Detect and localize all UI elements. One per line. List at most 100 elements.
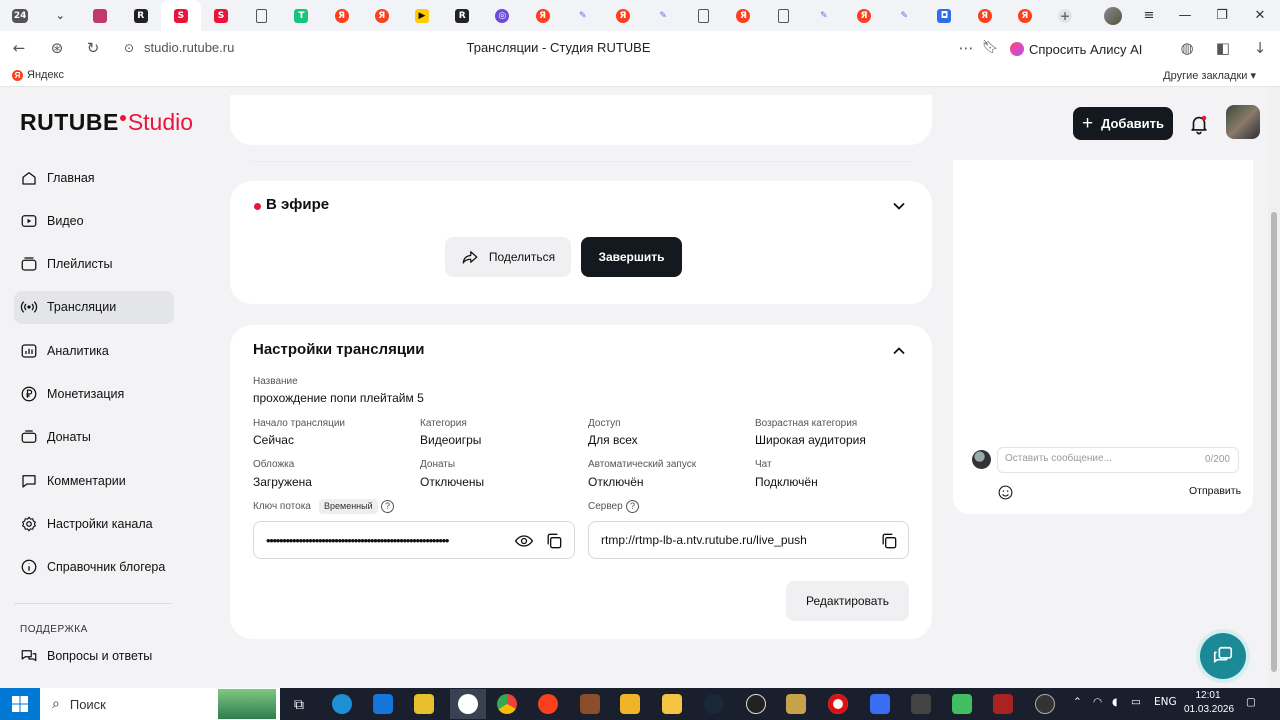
new-tab-button[interactable]: + [1045, 0, 1085, 31]
rutube-studio-logo[interactable]: RUTUBE●Studio [20, 109, 193, 136]
tab[interactable]: Я [723, 0, 763, 31]
unreal-icon[interactable] [746, 694, 766, 714]
sidebar-item-channel-settings[interactable]: Настройки канала [14, 507, 174, 540]
alice-button[interactable]: Спросить Алису AI [1010, 38, 1142, 60]
app-icon[interactable] [993, 694, 1013, 714]
sidebar-item-donations[interactable]: Донаты [14, 421, 174, 454]
tab[interactable]: S [201, 0, 241, 31]
tab[interactable]: Я [965, 0, 1005, 31]
sidebar-item-monetization[interactable]: Монетизация [14, 377, 174, 410]
tab-counter[interactable]: 24 [0, 0, 40, 31]
download-icon[interactable]: ↓ [1249, 38, 1271, 58]
notifications-icon[interactable]: ▢ [1246, 696, 1256, 708]
tab[interactable]: ✎ [804, 0, 844, 31]
explorer-icon[interactable] [662, 694, 682, 714]
network-icon[interactable]: ◠ [1093, 696, 1102, 708]
sidebar-item-playlists[interactable]: Плейлисты [14, 248, 174, 281]
eye-icon[interactable] [514, 531, 534, 551]
chat-message-field[interactable]: 0/200 [997, 447, 1239, 473]
edit-button[interactable]: Редактировать [786, 581, 909, 621]
tab[interactable]: ✎ [643, 0, 683, 31]
steam-icon[interactable] [704, 694, 724, 714]
bookmark-yandex[interactable]: Я Яндекс [12, 69, 64, 81]
tab[interactable] [764, 0, 804, 31]
minimize-icon[interactable]: — [1167, 0, 1203, 31]
tab[interactable]: R [121, 0, 161, 31]
sidebar-item-analytics[interactable]: Аналитика [14, 334, 174, 367]
battery-icon[interactable]: ▭ [1131, 696, 1141, 708]
tab[interactable]: ◎ [482, 0, 522, 31]
chat-message-input[interactable] [1005, 453, 1195, 464]
tab[interactable]: ▶ [402, 0, 442, 31]
restore-icon[interactable]: ❐ [1204, 0, 1240, 31]
weather-widget[interactable] [218, 689, 276, 719]
winrar-icon[interactable] [580, 694, 600, 714]
app-icon[interactable] [911, 694, 931, 714]
tab[interactable]: R [442, 0, 482, 31]
obs-icon[interactable] [1035, 694, 1055, 714]
translate-icon[interactable]: ◍ [1176, 38, 1198, 58]
chevron-up-icon[interactable] [892, 344, 906, 358]
more-icon[interactable]: ⋯ [955, 38, 977, 58]
chrome-icon[interactable] [497, 694, 517, 714]
tab-active-rutube[interactable]: S [160, 0, 201, 31]
app-icon[interactable] [870, 694, 890, 714]
tab[interactable]: Я [603, 0, 643, 31]
menu-icon[interactable]: ≡ [1131, 0, 1167, 31]
scroll-thumb[interactable] [1271, 212, 1277, 672]
emoji-icon[interactable] [997, 484, 1014, 501]
bookmark-icon[interactable]: 🔖︎ [979, 38, 1001, 58]
taskbar-clock[interactable]: 12:01 01.03.2026 [1184, 689, 1234, 717]
add-button[interactable]: + Добавить [1073, 107, 1173, 140]
tab[interactable] [241, 0, 281, 31]
edge-icon[interactable] [332, 694, 352, 714]
store-icon[interactable] [414, 694, 434, 714]
tab[interactable]: ◘ [924, 0, 964, 31]
tab[interactable]: Я [1005, 0, 1045, 31]
app-icon[interactable] [786, 694, 806, 714]
outlook-icon[interactable] [373, 694, 393, 714]
key-help-icon[interactable]: ? [381, 500, 394, 513]
sidebar-item-blogger-guide[interactable]: Справочник блогера [14, 551, 174, 584]
tab[interactable]: Я [362, 0, 402, 31]
support-chat-button[interactable] [1200, 633, 1246, 679]
windows-start-icon[interactable] [0, 688, 40, 720]
tray-chevron-icon[interactable]: ⌃ [1073, 696, 1082, 708]
tab[interactable]: Я [844, 0, 884, 31]
sidebar-item-home[interactable]: Главная [14, 161, 174, 194]
copy-icon[interactable] [879, 531, 899, 551]
record-icon[interactable] [828, 694, 848, 714]
tab[interactable]: ✎ [884, 0, 924, 31]
task-view-icon[interactable]: ⧉ [289, 694, 309, 714]
tab-dropdown-icon[interactable]: ⌄ [40, 0, 80, 31]
tab[interactable]: Я [322, 0, 362, 31]
close-icon[interactable]: ✕ [1242, 0, 1278, 31]
tab[interactable] [683, 0, 723, 31]
tab[interactable]: T [281, 0, 321, 31]
end-stream-button[interactable]: Завершить [581, 237, 682, 277]
user-avatar[interactable] [1226, 105, 1260, 139]
bookmark-other[interactable]: Другие закладки ▾ [1163, 69, 1256, 82]
language-indicator[interactable]: ENG [1154, 696, 1177, 708]
sidebar-item-comments[interactable]: Комментарии [14, 464, 174, 497]
extensions-icon[interactable]: ◧ [1212, 38, 1234, 58]
copy-icon[interactable] [544, 531, 564, 551]
app-icon[interactable] [620, 694, 640, 714]
tab[interactable] [80, 0, 120, 31]
volume-icon[interactable]: ◖ [1112, 696, 1118, 708]
sidebar-item-faq[interactable]: Вопросы и ответы [20, 647, 152, 665]
sidebar-item-video[interactable]: Видео [14, 204, 174, 237]
page-scrollbar[interactable] [1268, 87, 1280, 688]
chat-send-button[interactable]: Отправить [1189, 485, 1241, 497]
share-button[interactable]: Поделиться [445, 237, 571, 277]
tab[interactable]: ✎ [563, 0, 603, 31]
chevron-down-icon[interactable] [892, 199, 906, 213]
profile-icon[interactable] [1095, 0, 1131, 31]
bell-icon[interactable] [1188, 113, 1210, 135]
tab[interactable]: Я [522, 0, 562, 31]
server-help-icon[interactable]: ? [626, 500, 639, 513]
yandex-browser-icon[interactable] [450, 689, 486, 719]
server-field[interactable]: rtmp://rtmp-lb-a.ntv.rutube.ru/live_push [588, 521, 909, 559]
stream-key-field[interactable]: ••••••••••••••••••••••••••••••••••••••••… [253, 521, 575, 559]
utorrent-icon[interactable] [952, 694, 972, 714]
